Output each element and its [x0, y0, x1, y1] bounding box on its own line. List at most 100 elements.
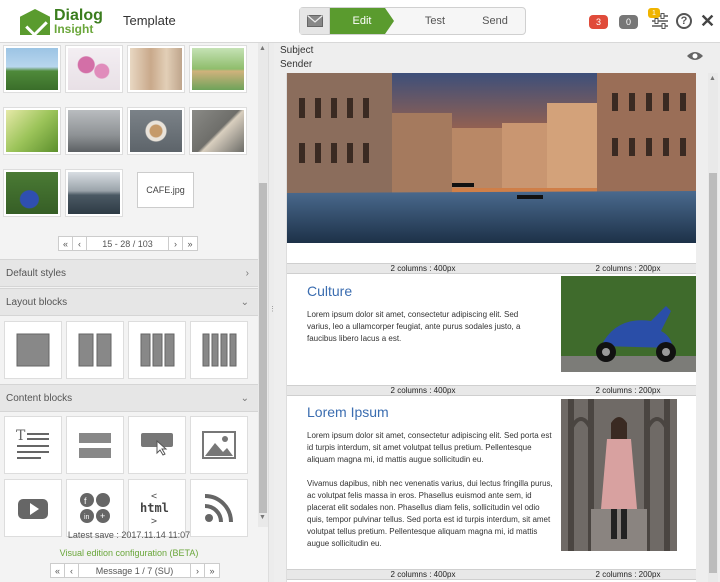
image-pager: « ‹ 15 - 28 / 103 › »	[58, 236, 198, 251]
chevron-right-icon: ›	[245, 268, 249, 279]
pager-next-button[interactable]: ›	[169, 237, 183, 250]
svg-text:>: >	[151, 516, 157, 527]
content-block-social[interactable]: f in +	[66, 479, 124, 537]
warning-count-badge[interactable]: 0	[619, 15, 638, 29]
scroll-up-icon[interactable]: ▲	[709, 75, 716, 82]
left-panel: CAFE.jpg « ‹ 15 - 28 / 103 › » Default s…	[0, 43, 268, 582]
three-columns-icon	[140, 333, 175, 367]
pager-first-button[interactable]: «	[59, 237, 73, 250]
svg-text:in: in	[84, 514, 90, 521]
cafe-image	[130, 110, 182, 152]
section-label: Default styles	[6, 267, 67, 279]
sender-label[interactable]: Sender	[280, 59, 312, 70]
scrollbar-thumb[interactable]	[709, 173, 717, 573]
lorem-ipsum-heading[interactable]: Lorem Ipsum	[307, 404, 389, 420]
image-thumbnail[interactable]	[65, 45, 123, 93]
video-play-icon	[18, 499, 48, 519]
rss-feed-icon	[204, 494, 233, 523]
image-thumbnail[interactable]	[189, 107, 247, 155]
lorem-paragraph-1[interactable]: Lorem ipsum dolor sit amet, consectetur …	[307, 430, 555, 466]
column-width-label: 2 columns : 400px	[287, 385, 559, 396]
section-label: Layout blocks	[6, 296, 68, 308]
pager-last-button[interactable]: »	[183, 237, 197, 250]
column-width-label: 2 columns : 200px	[559, 385, 696, 396]
image-thumbnail[interactable]	[65, 107, 123, 155]
layout-4-columns[interactable]	[190, 321, 248, 379]
two-columns-icon	[78, 333, 112, 367]
content-block-button[interactable]	[128, 416, 186, 474]
message-pager: « ‹ Message 1 / 7 (SU) › »	[50, 563, 220, 578]
help-icon[interactable]: ?	[676, 13, 692, 29]
section-default-styles[interactable]: Default styles ›	[0, 259, 258, 287]
text-block-icon: T	[16, 428, 49, 459]
image-thumbnail[interactable]	[189, 45, 247, 93]
step-send[interactable]: Send	[470, 8, 520, 34]
email-canvas: 2 columns : 400px 2 columns : 200px Cult…	[286, 73, 696, 582]
message-next-button[interactable]: ›	[191, 564, 205, 577]
scroll-down-icon[interactable]: ▼	[259, 514, 266, 521]
culture-paragraph[interactable]: Lorem ipsum dolor sit amet, consectetur …	[307, 309, 537, 345]
message-counter: Message 1 / 7 (SU)	[79, 564, 191, 577]
pager-range: 15 - 28 / 103	[87, 237, 169, 250]
scooter-image	[6, 172, 58, 214]
message-first-button[interactable]: «	[51, 564, 65, 577]
logo-line2: Insight	[54, 22, 94, 36]
divider-block-icon	[79, 433, 111, 458]
pager-prev-button[interactable]: ‹	[73, 237, 87, 250]
column-width-label: 2 columns : 200px	[559, 263, 696, 274]
layout-2-columns[interactable]	[66, 321, 124, 379]
layout-1-column[interactable]	[4, 321, 62, 379]
content-block-image[interactable]	[190, 416, 248, 474]
venice-hero-image[interactable]	[287, 73, 696, 243]
top-bar: Dialog Insight Template Edit Test Send 3…	[0, 0, 720, 43]
step-test[interactable]: Test	[410, 8, 460, 34]
eye-icon[interactable]	[686, 50, 704, 62]
chevron-down-icon: ⌄	[240, 393, 249, 404]
image-thumbnail[interactable]	[65, 169, 123, 217]
message-prev-button[interactable]: ‹	[65, 564, 79, 577]
woman-arcade-photo[interactable]	[561, 399, 677, 551]
dialog-insight-logo[interactable]: Dialog Insight	[8, 5, 108, 37]
image-thumbnail[interactable]	[127, 107, 185, 155]
content-block-html[interactable]: < html >	[128, 479, 186, 537]
subject-label[interactable]: Subject	[280, 45, 313, 56]
scroll-up-icon[interactable]: ▲	[259, 45, 266, 52]
lake-image	[68, 172, 120, 214]
scooter-photo[interactable]	[561, 276, 696, 372]
road-image	[68, 110, 120, 152]
image-thumbnail[interactable]	[3, 107, 61, 155]
html-code-icon: <html>	[140, 491, 169, 527]
envelope-step[interactable]	[300, 8, 330, 34]
image-thumbnail[interactable]	[127, 45, 185, 93]
content-block-video[interactable]	[4, 479, 62, 537]
close-icon[interactable]: ✕	[700, 11, 715, 32]
notification-badge: 1	[648, 8, 660, 18]
column-width-label: 2 columns : 400px	[287, 569, 559, 580]
preview-scrollbar[interactable]: ▲	[708, 73, 718, 582]
lorem-paragraph-2[interactable]: Vivamus dapibus, nibh nec venenatis vari…	[307, 478, 555, 550]
image-thumbnail[interactable]	[3, 45, 61, 93]
social-networks-icon: fin +	[80, 493, 110, 523]
family-image	[192, 48, 244, 90]
message-last-button[interactable]: »	[205, 564, 219, 577]
culture-heading[interactable]: Culture	[307, 283, 352, 299]
layout-3-columns[interactable]	[128, 321, 186, 379]
logo-check-icon	[20, 9, 50, 35]
step-edit[interactable]: Edit	[330, 8, 394, 34]
content-block-text[interactable]: T	[4, 416, 62, 474]
section-layout-blocks[interactable]: Layout blocks ⌄	[0, 288, 258, 316]
visual-edition-config-link[interactable]: Visual edition configuration (BETA)	[0, 548, 258, 558]
error-count-badge[interactable]: 3	[589, 15, 608, 29]
svg-text:html: html	[140, 501, 169, 515]
landscape-image	[6, 48, 58, 90]
scrollbar-thumb[interactable]	[259, 183, 267, 513]
image-thumbnail[interactable]	[3, 169, 61, 217]
left-scrollbar[interactable]: ▲ ▼	[258, 43, 268, 527]
page-title: Template	[123, 13, 176, 28]
latest-save-text: Latest save : 2017.11.14 11:07	[67, 530, 191, 540]
section-content-blocks[interactable]: Content blocks ⌄	[0, 384, 258, 412]
content-block-divider[interactable]	[66, 416, 124, 474]
flowers-image	[68, 48, 120, 90]
content-block-rss[interactable]	[190, 479, 248, 537]
button-block-icon	[141, 433, 173, 456]
